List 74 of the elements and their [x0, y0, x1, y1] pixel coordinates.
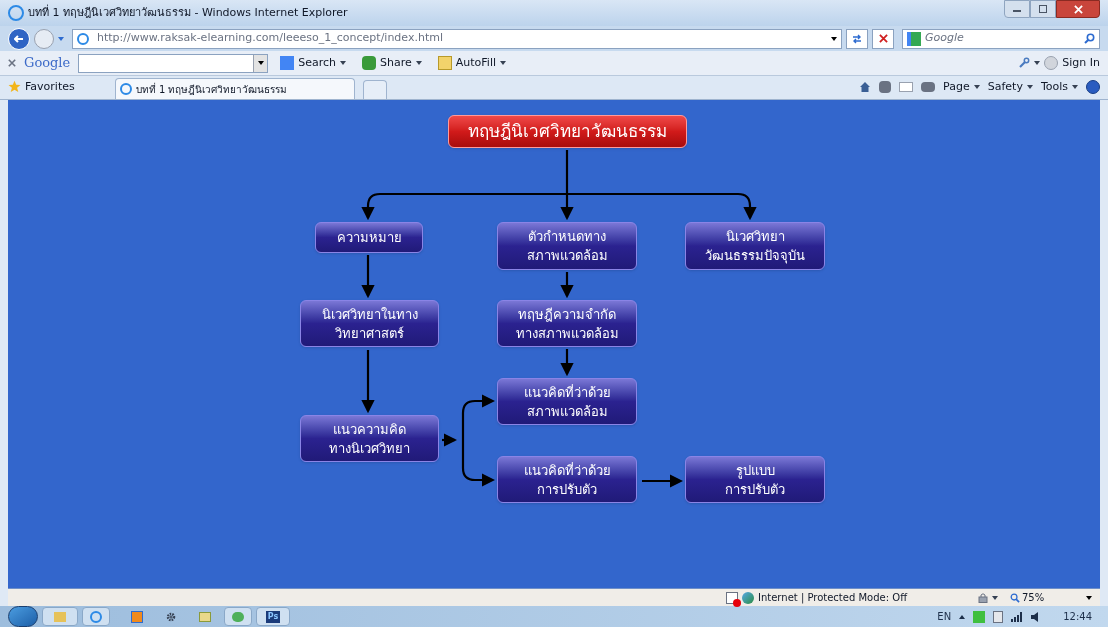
lock-icon[interactable]: [978, 592, 988, 603]
page-icon: [77, 32, 89, 45]
zone-text: Internet | Protected Mode: Off: [758, 591, 909, 605]
caret-icon[interactable]: [1034, 61, 1041, 65]
caret-icon: [340, 61, 346, 65]
google-search-field[interactable]: [78, 53, 269, 73]
caret-icon: [1026, 84, 1033, 89]
blocked-icon: [726, 591, 738, 604]
stop-button[interactable]: [872, 28, 894, 49]
window-title: บทที่ 1 ทฤษฎีนิเวศวิทยาวัฒนธรรม - Windows Internet Explorer: [28, 4, 348, 21]
dropdown-button[interactable]: [253, 54, 268, 72]
clock[interactable]: 12:44: [1063, 609, 1092, 624]
close-icon: [1073, 4, 1083, 14]
avatar-icon: [1044, 56, 1059, 70]
arrow-left-icon: [14, 34, 24, 43]
browser-icon: [8, 5, 24, 21]
diagram-node: แนวคิดที่ว่าด้วย การปรับตัว: [497, 456, 637, 503]
mail-icon[interactable]: [899, 81, 914, 92]
gear-icon: [165, 610, 177, 623]
toolbar-button[interactable]: Search: [276, 54, 350, 72]
diagram-node: รูปแบบ การปรับตัว: [685, 456, 825, 503]
globe-icon: [742, 591, 754, 604]
close-icon[interactable]: [8, 59, 16, 67]
caret-icon: [415, 61, 422, 65]
caret-icon[interactable]: [992, 595, 998, 600]
expand-icon[interactable]: [959, 614, 966, 619]
diagram-node: แนวความคิด ทางนิเวศวิทยา: [300, 415, 439, 462]
search-field[interactable]: Google: [925, 30, 1084, 47]
diagram-node: ทฤษฎีความจำกัด ทางสภาพแวดล้อม: [497, 300, 637, 347]
address-field[interactable]: http://www.raksak-elearning.com/leeeso_1_concept/index.html: [72, 28, 842, 49]
star-icon: [8, 80, 21, 94]
diagram-node: ตัวกำหนดทาง สภาพแวดล้อม: [497, 222, 637, 270]
diagram-node: นิเวศวิทยา วัฒนธรรมปัจจุบัน: [685, 222, 825, 270]
menu-button[interactable]: Page: [943, 78, 980, 95]
close-icon: [878, 34, 888, 43]
caret-icon: [500, 61, 506, 65]
help-icon[interactable]: [1086, 79, 1100, 94]
favorites-button[interactable]: Favorites: [8, 78, 75, 95]
refresh-icon: [852, 33, 862, 44]
caret-icon[interactable]: [831, 36, 837, 41]
diagram-node: ความหมาย: [315, 222, 423, 253]
start-button[interactable]: [8, 606, 38, 627]
back-button[interactable]: [8, 27, 30, 50]
restore-button[interactable]: [1030, 0, 1056, 18]
signal-icon[interactable]: [1011, 611, 1024, 622]
minimize-button[interactable]: [1004, 0, 1030, 18]
google-logo: Google: [24, 54, 71, 73]
url-text: http://www.raksak-elearning.com/leeeso_1_concept/index.html: [97, 30, 443, 47]
browser-tab[interactable]: บทที่ 1 ทฤษฎีนิเวศวิทยาวัฒนธรรม: [114, 78, 355, 99]
google-icon: [907, 31, 921, 46]
language-indicator[interactable]: EN: [937, 609, 952, 624]
caret-icon: [973, 84, 980, 89]
refresh-button[interactable]: [846, 28, 868, 49]
menu-button[interactable]: Tools: [1040, 78, 1078, 95]
sign-in-button[interactable]: Sign In: [1062, 54, 1100, 72]
toolbar-button[interactable]: AutoFill: [433, 54, 510, 72]
menu-button[interactable]: Safety: [987, 78, 1033, 95]
wrench-icon[interactable]: [1018, 57, 1031, 69]
search-bar[interactable]: Google: [902, 28, 1100, 49]
home-icon[interactable]: [859, 80, 872, 93]
browser-taskbar-icon[interactable]: [82, 607, 110, 626]
caret-icon: [257, 61, 264, 65]
speaker-icon[interactable]: [1031, 611, 1040, 622]
magnifier-icon: [1010, 592, 1020, 603]
diagram-node: นิเวศวิทยาในทาง วิทยาศาสตร์: [300, 300, 439, 347]
photoshop-taskbar-button[interactable]: Ps: [256, 607, 290, 626]
toolbar-button[interactable]: Share: [358, 54, 426, 72]
close-button[interactable]: [1056, 0, 1100, 18]
diagram-node: แนวคิดที่ว่าด้วย สภาพแวดล้อม: [497, 378, 637, 425]
diagram-title: ทฤษฎีนิเวศวิทยาวัฒนธรรม: [448, 115, 687, 148]
search-icon[interactable]: [1084, 33, 1095, 44]
zoom-button[interactable]: 75%: [1010, 590, 1082, 605]
caret-icon[interactable]: [1086, 595, 1092, 600]
caret-icon: [1072, 84, 1078, 89]
